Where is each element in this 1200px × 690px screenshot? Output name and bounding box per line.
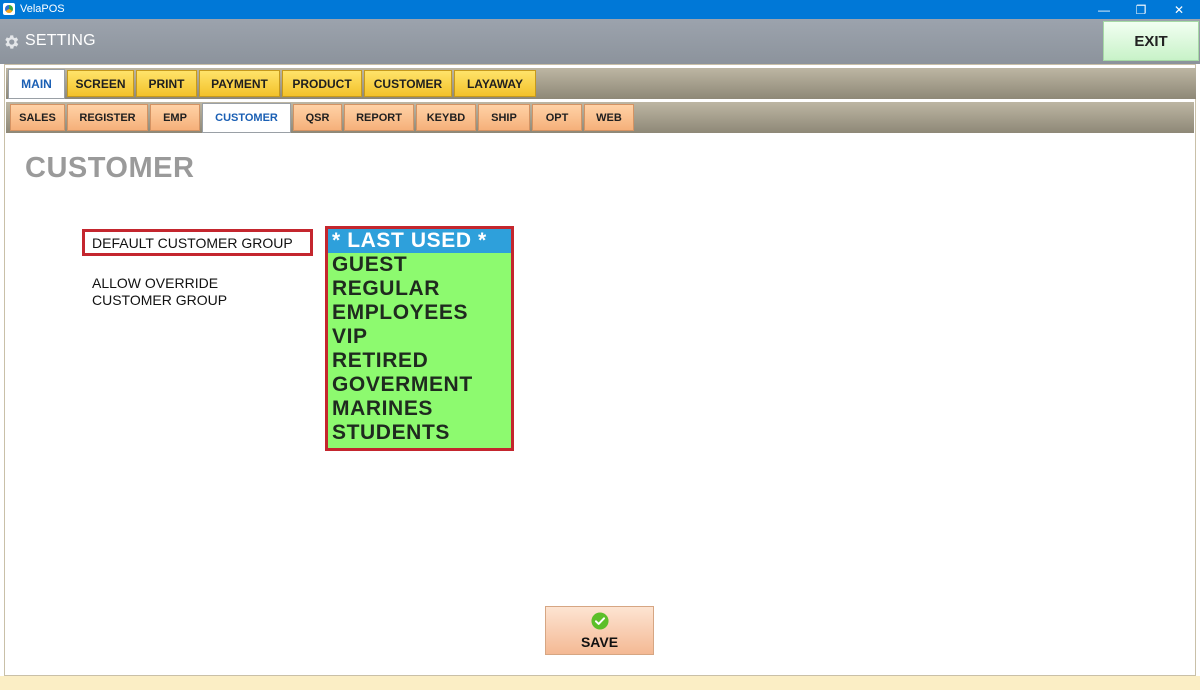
window-title: VelaPOS	[20, 3, 65, 15]
allow-override-line2: CUSTOMER GROUP	[92, 292, 228, 308]
subtab-register[interactable]: REGISTER	[67, 104, 148, 131]
check-circle-icon	[591, 612, 609, 630]
tab-product[interactable]: PRODUCT	[282, 70, 362, 97]
tab-customer[interactable]: CUSTOMER	[364, 70, 452, 97]
velapos-logo-icon	[3, 3, 15, 15]
page-heading: SETTING	[25, 32, 96, 49]
exit-button[interactable]: EXIT	[1103, 21, 1199, 61]
section-title: CUSTOMER	[25, 152, 195, 184]
minimize-button[interactable]: —	[1085, 0, 1123, 19]
subtab-emp[interactable]: EMP	[150, 104, 200, 131]
settings-header: SETTING	[0, 19, 1200, 64]
group-item-students[interactable]: STUDENTS	[328, 421, 511, 445]
customer-group-list[interactable]: * LAST USED * GUEST REGULAR EMPLOYEES VI…	[325, 226, 514, 451]
restore-icon: ❐	[1135, 2, 1147, 17]
gear-icon	[5, 35, 19, 49]
main-tab-bar: MAIN SCREEN PRINT PAYMENT PRODUCT CUSTOM…	[6, 68, 1196, 99]
group-item-retired[interactable]: RETIRED	[328, 349, 511, 373]
window-titlebar: VelaPOS — ❐ ✕	[0, 0, 1200, 19]
subtab-ship[interactable]: SHIP	[478, 104, 530, 131]
group-item-guest[interactable]: GUEST	[328, 253, 511, 277]
group-item-marines[interactable]: MARINES	[328, 397, 511, 421]
subtab-qsr[interactable]: QSR	[293, 104, 342, 131]
allow-override-line1: ALLOW OVERRIDE	[92, 275, 219, 291]
tab-screen[interactable]: SCREEN	[67, 70, 134, 97]
subtab-keybd[interactable]: KEYBD	[416, 104, 476, 131]
group-item-last-used[interactable]: * LAST USED *	[328, 229, 511, 253]
tab-layaway[interactable]: LAYAWAY	[454, 70, 536, 97]
subtab-sales[interactable]: SALES	[10, 104, 65, 131]
subtab-web[interactable]: WEB	[584, 104, 634, 131]
sub-tab-bar: SALES REGISTER EMP CUSTOMER QSR REPORT K…	[6, 102, 1194, 133]
status-strip	[0, 676, 1200, 690]
subtab-opt[interactable]: OPT	[532, 104, 582, 131]
allow-override-label[interactable]: ALLOW OVERRIDE CUSTOMER GROUP	[92, 275, 312, 309]
group-item-regular[interactable]: REGULAR	[328, 277, 511, 301]
group-item-vip[interactable]: VIP	[328, 325, 511, 349]
tab-print[interactable]: PRINT	[136, 70, 197, 97]
tab-main[interactable]: MAIN	[8, 69, 65, 99]
close-button[interactable]: ✕	[1160, 0, 1198, 19]
default-customer-group-label[interactable]: DEFAULT CUSTOMER GROUP	[82, 229, 313, 256]
group-item-employees[interactable]: EMPLOYEES	[328, 301, 511, 325]
subtab-customer[interactable]: CUSTOMER	[202, 103, 291, 133]
subtab-report[interactable]: REPORT	[344, 104, 414, 131]
group-item-goverment[interactable]: GOVERMENT	[328, 373, 511, 397]
close-icon: ✕	[1173, 2, 1185, 17]
save-label: SAVE	[580, 634, 619, 650]
minimize-icon: —	[1098, 2, 1110, 17]
restore-button[interactable]: ❐	[1122, 0, 1160, 19]
tab-payment[interactable]: PAYMENT	[199, 70, 280, 97]
save-button[interactable]: SAVE	[545, 606, 654, 655]
